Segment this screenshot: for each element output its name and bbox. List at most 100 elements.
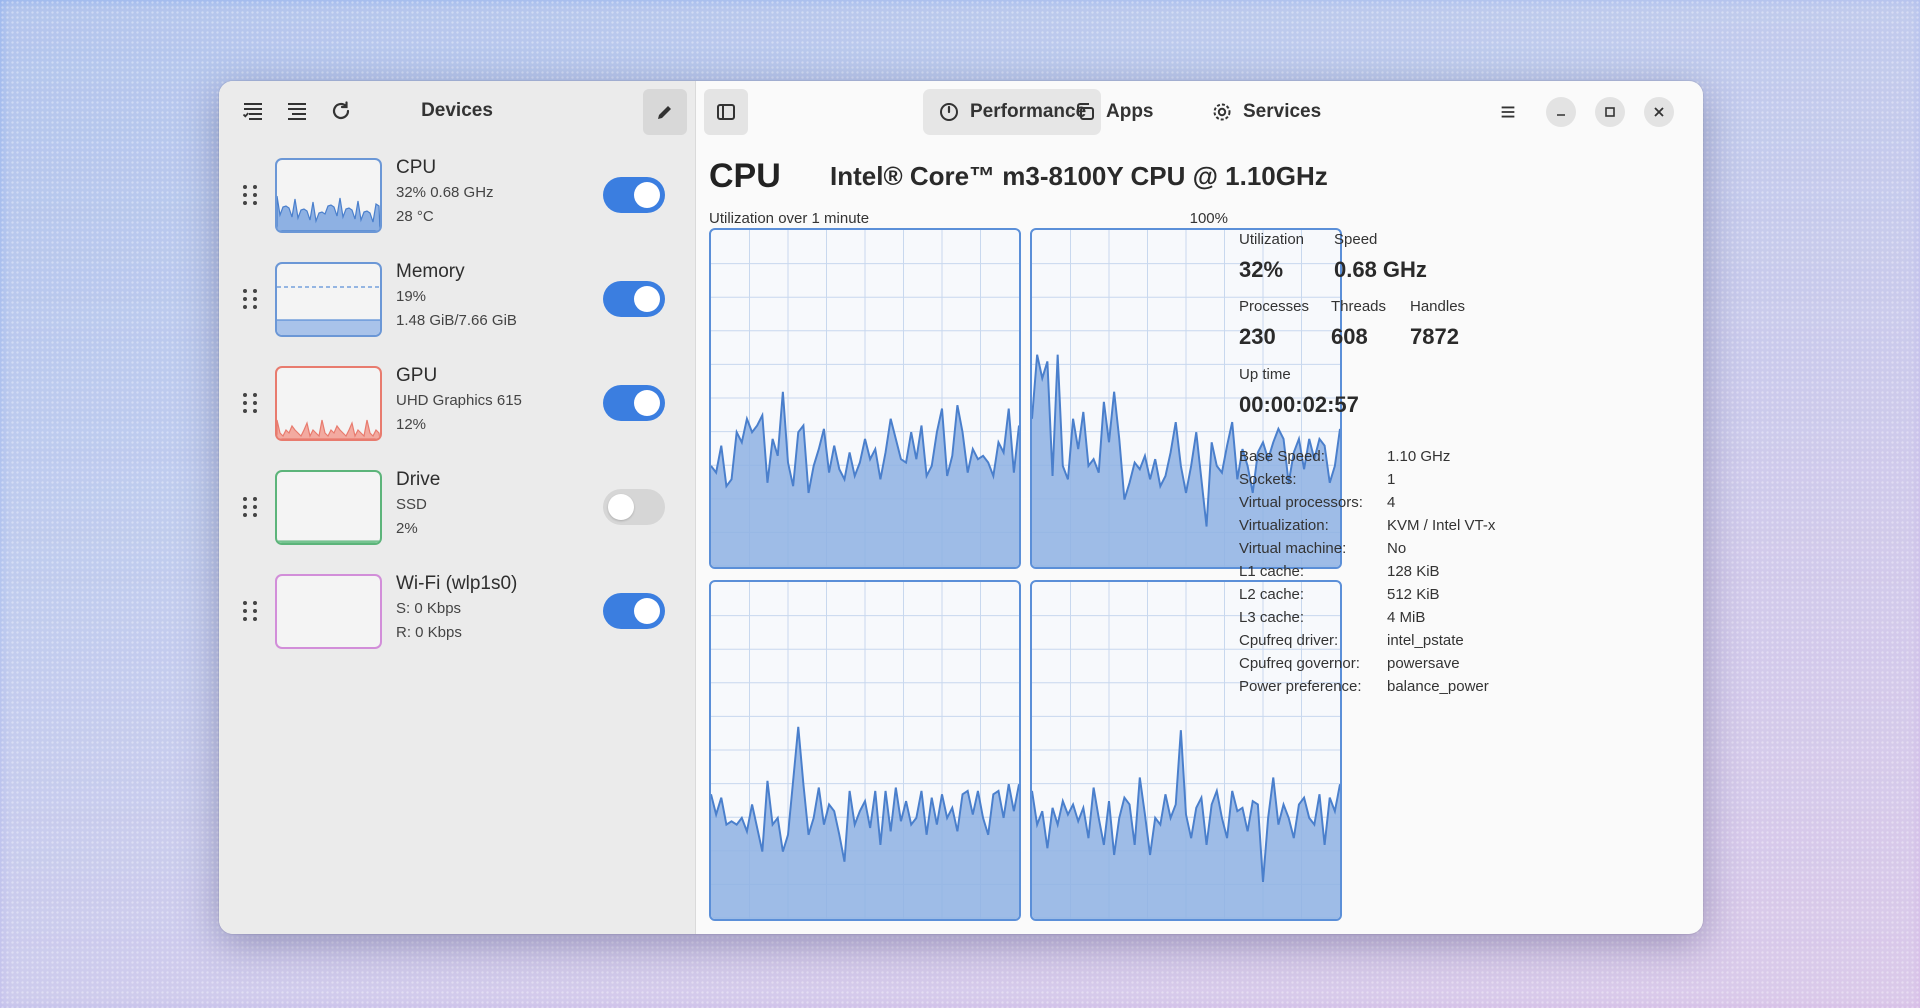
device-title: CPU [709,157,781,195]
handles-value: 7872 [1410,324,1459,349]
minimize-icon [1557,114,1565,116]
processes-value: 230 [1239,324,1276,349]
core-graph-3 [709,580,1021,921]
device-toggle-switch[interactable] [603,177,665,213]
sidebar-panel-icon [717,104,735,120]
device-name: Memory [396,260,465,282]
list-check-icon [242,103,262,120]
device-name: GPU [396,364,438,386]
gear-icon [1213,103,1231,121]
sidebar: Devices CPU 32% 0.68 GHz 28 °C Memory 19% 1.4… [219,81,696,934]
detail-value: KVM / Intel VT-x [1387,517,1496,534]
toggle-sidebar-button[interactable] [704,89,748,135]
close-button[interactable] [1644,97,1674,127]
device-toggle-switch[interactable] [603,281,665,317]
thumbnail-graph [277,285,380,335]
utilization-value: 32% [1239,257,1284,282]
view-list-button[interactable] [231,89,275,133]
detail-key: L2 cache: [1239,586,1305,603]
gauge-icon [940,103,958,121]
device-list: CPU 32% 0.68 GHz 28 °C Memory 19% 1.48 GiB/7.… [219,141,695,663]
drag-handle-icon[interactable] [243,289,259,309]
header-bar: Performance Apps Services [696,81,1703,141]
device-detail-1: SSD [396,495,427,513]
detail-value: powersave [1387,655,1460,672]
device-info: GPU UHD Graphics 615 12% [396,366,522,441]
device-info: Memory 19% 1.48 GiB/7.66 GiB [396,262,517,337]
core-graph-svg [711,230,1019,567]
tab-apps[interactable]: Apps [1059,89,1169,135]
device-info: CPU 32% 0.68 GHz 28 °C [396,158,494,233]
device-detail-1: S: 0 Kbps [396,599,462,617]
pencil-icon [658,106,671,119]
maximize-button[interactable] [1595,97,1625,127]
detail-value: 4 [1387,494,1396,511]
device-detail-1: 32% 0.68 GHz [396,183,494,201]
core-graph-1 [709,228,1021,569]
main-panel: Performance Apps Services CPU Intel® Cor… [696,81,1703,934]
minimize-button[interactable] [1546,97,1576,127]
app-window: Devices CPU 32% 0.68 GHz 28 °C Memory 19% 1.4… [219,81,1703,934]
maximize-icon [1605,107,1615,117]
detail-value: 4 MiB [1387,609,1426,626]
device-name: Wi-Fi (wlp1s0) [396,572,518,594]
thumbnail-graph [277,540,380,543]
tab-services[interactable]: Services [1196,89,1336,135]
detail-value: intel_pstate [1387,632,1464,649]
core-graph-svg [711,582,1019,919]
device-detail-2: 28 °C [396,207,434,225]
drag-handle-icon[interactable] [243,393,259,413]
refresh-icon [332,101,350,120]
drag-handle-icon[interactable] [243,497,259,517]
tab-apps-label: Apps [1106,101,1154,122]
uptime-label: Up time [1239,366,1291,383]
refresh-button[interactable] [319,89,363,133]
thumbnail-graph [277,576,380,647]
thumbnail-graph [277,195,380,231]
detail-key: Cpufreq governor: [1239,655,1360,672]
device-info: Drive SSD 2% [396,470,440,545]
detail-key: Power preference: [1239,678,1362,695]
device-thumbnail [275,261,382,337]
drag-handle-icon[interactable] [243,601,259,621]
device-detail-2: 2% [396,519,418,537]
device-row[interactable]: Wi-Fi (wlp1s0) S: 0 Kbps R: 0 Kbps [219,559,695,663]
speed-label: Speed [1334,231,1378,248]
threads-value: 608 [1331,324,1368,349]
detail-value: 1.10 GHz [1387,448,1451,465]
threads-label: Threads [1331,298,1387,315]
edit-button[interactable] [643,89,687,135]
detail-key: Virtualization: [1239,517,1329,534]
device-row[interactable]: GPU UHD Graphics 615 12% [219,351,695,455]
detail-key: Virtual processors: [1239,494,1363,511]
view-details-button[interactable] [275,89,319,133]
device-thumbnail [275,573,382,649]
hamburger-menu-icon [1501,106,1515,118]
device-toggle-switch[interactable] [603,593,665,629]
device-toggle-switch[interactable] [603,489,665,525]
device-detail-2: R: 0 Kbps [396,623,462,641]
device-row[interactable]: CPU 32% 0.68 GHz 28 °C [219,143,695,247]
drag-handle-icon[interactable] [243,185,259,205]
device-detail-1: 19% [396,287,427,305]
detail-value: 512 KiB [1387,586,1440,603]
device-detail-2: 1.48 GiB/7.66 GiB [396,311,517,329]
tab-services-label: Services [1243,101,1322,122]
device-toggle-switch[interactable] [603,385,665,421]
main-menu-button[interactable] [1489,93,1527,131]
device-thumbnail [275,365,382,441]
list-detail-icon [288,103,306,120]
thumbnail-graph [277,419,380,439]
device-row[interactable]: Memory 19% 1.48 GiB/7.66 GiB [219,247,695,351]
detail-value: 1 [1387,471,1396,488]
device-thumbnail [275,469,382,545]
graph-caption: Utilization over 1 minute [709,210,870,227]
detail-key: Sockets: [1239,471,1297,488]
device-name: CPU [396,156,437,178]
detail-value: No [1387,540,1407,557]
device-info: Wi-Fi (wlp1s0) S: 0 Kbps R: 0 Kbps [396,574,517,649]
device-thumbnail [275,157,382,233]
detail-key: L1 cache: [1239,563,1305,580]
speed-value: 0.68 GHz [1334,257,1427,282]
device-row[interactable]: Drive SSD 2% [219,455,695,559]
